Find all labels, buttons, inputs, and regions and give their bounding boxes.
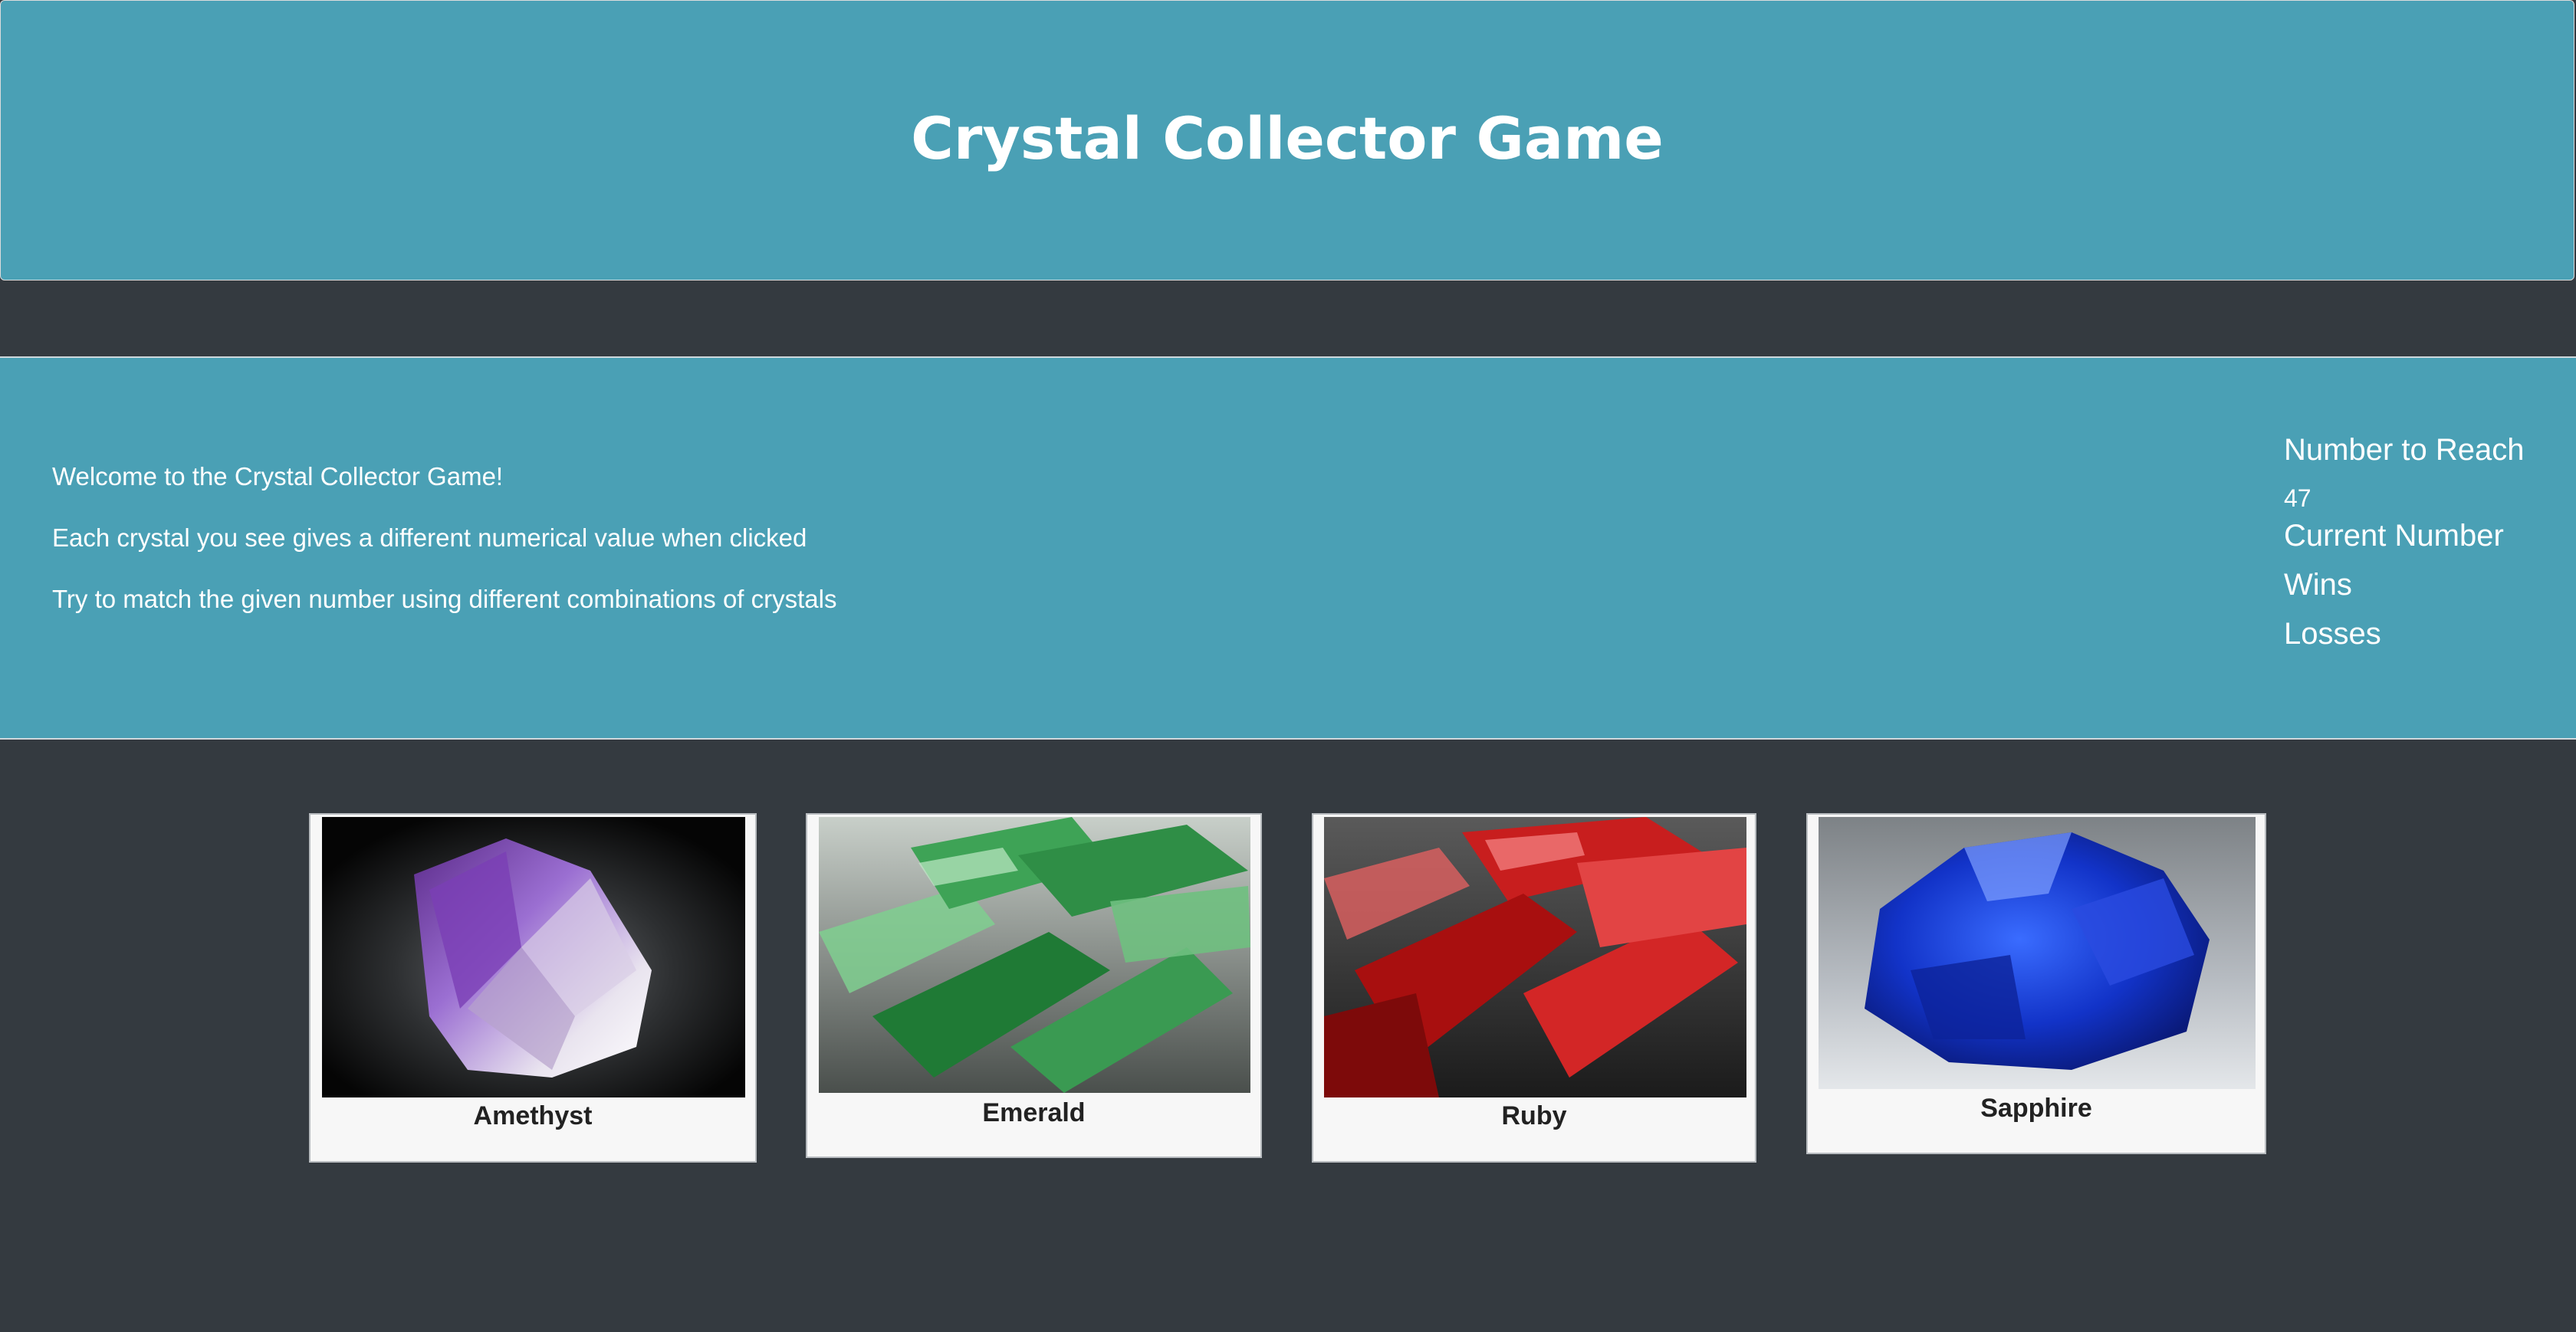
crystal-label-emerald: Emerald (982, 1098, 1086, 1127)
sapphire-image[interactable] (1819, 817, 2256, 1089)
instruction-match: Try to match the given number using diff… (52, 585, 837, 613)
crystal-card-sapphire[interactable]: Sapphire (1806, 813, 2266, 1154)
target-value: 47 (2284, 484, 2312, 512)
target-label: Number to Reach (2284, 433, 2525, 467)
crystal-label-ruby: Ruby (1501, 1101, 1567, 1130)
crystal-card-ruby[interactable]: Ruby (1312, 813, 1756, 1163)
ruby-image[interactable] (1324, 817, 1746, 1097)
wins-label: Wins (2284, 568, 2352, 602)
current-number-label: Current Number (2284, 519, 2504, 553)
amethyst-image[interactable] (322, 817, 745, 1097)
instruction-values: Each crystal you see gives a different n… (52, 523, 807, 552)
crystal-card-amethyst[interactable]: Amethyst (309, 813, 757, 1163)
losses-label: Losses (2284, 617, 2381, 651)
page-title: Crystal Collector Game (911, 104, 1664, 172)
info-panel: Welcome to the Crystal Collector Game! E… (0, 356, 2576, 740)
crystal-card-emerald[interactable]: Emerald (806, 813, 1262, 1158)
crystal-label-sapphire: Sapphire (1980, 1094, 2092, 1123)
crystal-label-amethyst: Amethyst (473, 1101, 593, 1130)
emerald-image[interactable] (819, 817, 1250, 1093)
instruction-welcome: Welcome to the Crystal Collector Game! (52, 462, 504, 490)
header-banner: Crystal Collector Game (0, 0, 2574, 281)
